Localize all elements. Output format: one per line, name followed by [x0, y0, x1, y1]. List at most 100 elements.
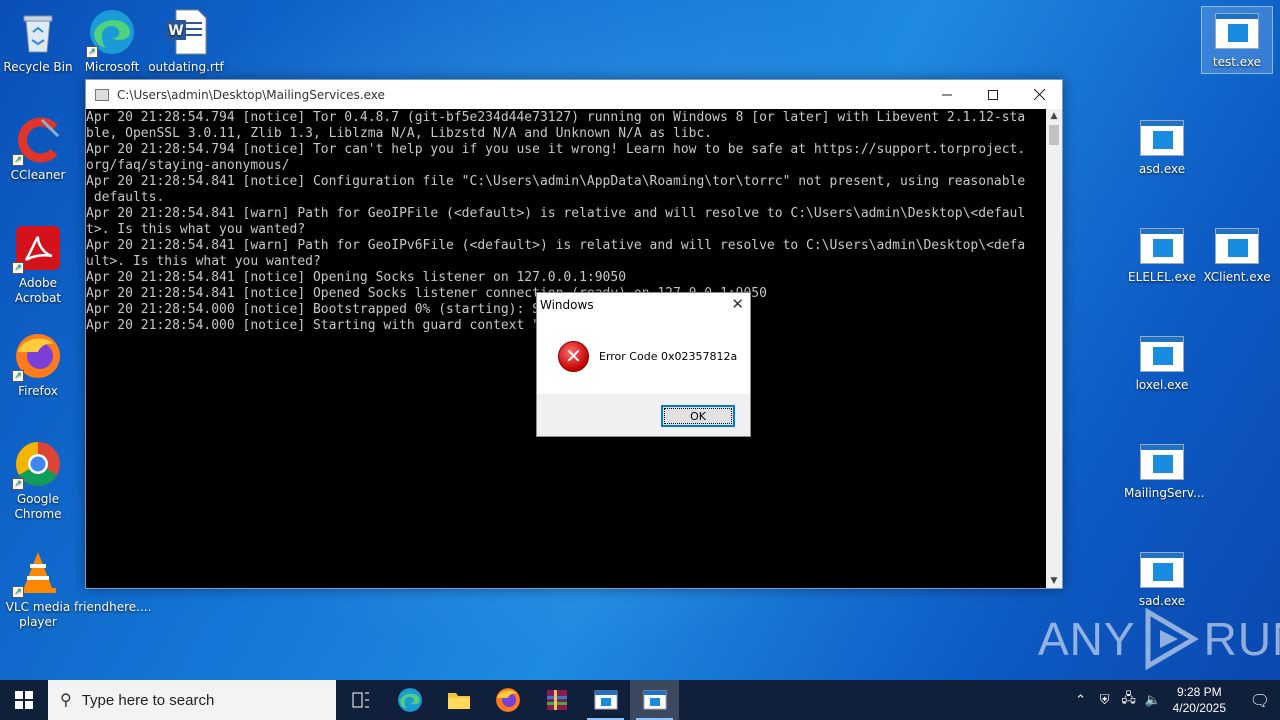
console-line: Apr 20 21:28:54.841 [warn] Path for GeoI… — [86, 206, 1026, 221]
exe-icon — [1140, 120, 1184, 156]
taskbar-firefox[interactable] — [483, 680, 532, 720]
volume-icon[interactable]: 🔈 — [1141, 693, 1165, 708]
ccleaner-icon: ↗ — [12, 116, 62, 166]
console-line: Apr 20 21:28:54.841 [notice] Opening Soc… — [86, 270, 627, 285]
close-button[interactable] — [1016, 80, 1062, 109]
desktop-icon-firefox[interactable]: ↗ Firefox — [0, 332, 76, 399]
shortcut-arrow-icon: ↗ — [12, 154, 24, 166]
windows-logo-icon — [15, 691, 33, 709]
svg-text:W: W — [168, 23, 183, 39]
minimize-button[interactable] — [924, 80, 970, 109]
taskbar-file-explorer[interactable] — [434, 680, 483, 720]
chrome-icon: ↗ — [12, 440, 62, 490]
security-icon[interactable]: ⛨ — [1093, 693, 1117, 708]
exe-icon — [1215, 228, 1259, 264]
network-icon[interactable]: 🖧 — [1117, 689, 1141, 711]
exe-icon — [1215, 13, 1259, 49]
console-line: ult>. Is this what you wanted? — [86, 254, 321, 269]
console-scrollbar[interactable]: ▲ ▼ — [1046, 109, 1062, 588]
desktop-icon-test-exe[interactable]: test.exe — [1201, 6, 1273, 74]
word-document-icon: W — [162, 8, 210, 56]
clock[interactable]: 9:28 PM 4/20/2025 — [1173, 684, 1226, 716]
dialog-message: Error Code 0x02357812a — [599, 349, 738, 363]
maximize-icon — [988, 89, 998, 100]
exe-icon — [1140, 336, 1184, 372]
dialog-titlebar[interactable]: Windows ✕ — [537, 293, 750, 317]
console-titlebar[interactable]: C:\Users\admin\Desktop\MailingServices.e… — [86, 80, 1062, 109]
desktop-icon-label: ELELEL.exe — [1128, 270, 1196, 284]
desktop-icon-label: Google Chrome — [14, 492, 62, 521]
console-line: Apr 20 21:28:54.841 [notice] Configurati… — [86, 174, 1026, 189]
desktop-icon-vlc[interactable]: ↗ VLC media player — [0, 548, 76, 630]
task-view-button[interactable] — [336, 680, 385, 720]
desktop-icon-label: loxel.exe — [1135, 378, 1189, 392]
console-line: defaults. — [86, 190, 165, 205]
clock-time: 9:28 PM — [1176, 685, 1222, 699]
desktop-icon-chrome[interactable]: ↗ Google Chrome — [0, 440, 76, 522]
desktop-icon-label: asd.exe — [1138, 162, 1186, 176]
error-dialog[interactable]: Windows ✕ ✕ Error Code 0x02357812a OK — [536, 292, 751, 437]
console-line: Apr 20 21:28:54.794 [notice] Tor can't h… — [86, 142, 1026, 157]
console-line: org/faq/staying-anonymous/ — [86, 158, 290, 173]
taskbar-app-window[interactable] — [581, 680, 630, 720]
desktop-icon-elelel-exe[interactable]: ELELEL.exe — [1124, 222, 1200, 285]
notifications-icon[interactable]: 🗨 — [1240, 691, 1280, 710]
shortcut-arrow-icon: ↗ — [86, 46, 98, 58]
minimize-icon — [942, 94, 952, 95]
desktop-icon-label: MailingServ... — [1124, 486, 1205, 500]
console-line: t>. Is this what you wanted? — [86, 222, 306, 237]
dialog-body: ✕ Error Code 0x02357812a — [537, 317, 750, 395]
desktop-icon-acrobat[interactable]: ↗ Adobe Acrobat — [0, 224, 76, 306]
start-button[interactable] — [0, 680, 48, 720]
firefox-icon: ↗ — [12, 332, 62, 382]
desktop-icon-mailingservices-exe[interactable]: MailingServ... — [1124, 438, 1205, 501]
taskbar-winrar[interactable] — [532, 680, 581, 720]
chevron-up-icon[interactable]: ⌃ — [1069, 693, 1093, 708]
taskbar-search-box[interactable]: ⚲ Type here to search — [48, 680, 336, 720]
maximize-button[interactable] — [970, 80, 1016, 109]
scroll-up-icon[interactable]: ▲ — [1046, 109, 1062, 123]
vlc-icon: ↗ — [12, 548, 62, 598]
scroll-thumb[interactable] — [1049, 125, 1059, 145]
desktop-icon-label: test.exe — [1212, 55, 1262, 69]
desktop-icon-edge[interactable]: ↗ Microsoft Edge — [74, 8, 150, 75]
ok-button[interactable]: OK — [661, 405, 735, 427]
desktop-icon-label: XClient.exe — [1203, 270, 1271, 284]
desktop-icon-asd-exe[interactable]: asd.exe — [1124, 114, 1200, 177]
acrobat-icon: ↗ — [12, 224, 62, 274]
play-icon — [1145, 608, 1199, 670]
taskbar-edge[interactable] — [385, 680, 434, 720]
console-title: C:\Users\admin\Desktop\MailingServices.e… — [117, 87, 385, 102]
desktop-icon-label: sad.exe — [1138, 594, 1186, 608]
watermark-left: ANY — [1038, 613, 1136, 665]
edge-icon: ↗ — [86, 8, 136, 58]
console-app-icon — [95, 88, 109, 101]
winrar-icon — [546, 690, 567, 710]
desktop-icon-outdating-rtf[interactable]: W outdating.rtf — [148, 8, 224, 75]
desktop-icon-label: Adobe Acrobat — [14, 276, 62, 305]
desktop-icon-label: friendhere.... — [74, 600, 152, 614]
desktop-icon-label: VLC media player — [5, 600, 71, 629]
desktop-icon-label: CCleaner — [10, 168, 66, 182]
desktop-icon-recycle-bin[interactable]: Recycle Bin — [0, 8, 76, 75]
anyrun-watermark: ANY RUN — [1038, 608, 1280, 670]
dialog-title: Windows — [540, 298, 594, 312]
desktop-icon-xclient-exe[interactable]: XClient.exe — [1199, 222, 1275, 285]
desktop-icon-sad-exe[interactable]: sad.exe — [1124, 546, 1200, 609]
console-line: Apr 20 21:28:54.841 [warn] Path for GeoI… — [86, 238, 1026, 253]
desktop-icon-loxel-exe[interactable]: loxel.exe — [1124, 330, 1200, 393]
dialog-close-button[interactable]: ✕ — [731, 295, 744, 313]
firefox-icon — [495, 688, 520, 712]
desktop-icon-label: Firefox — [18, 384, 58, 398]
shortcut-arrow-icon: ↗ — [12, 370, 24, 382]
desktop-icon-label: outdating.rtf — [148, 60, 224, 74]
close-icon — [1033, 89, 1045, 100]
taskbar-mailingservices[interactable] — [630, 680, 679, 720]
error-icon: ✕ — [558, 340, 589, 372]
desktop-icon-ccleaner[interactable]: ↗ CCleaner — [0, 116, 76, 183]
task-view-icon — [352, 692, 369, 708]
exe-icon — [1140, 228, 1184, 264]
system-tray: ⌃ ⛨ 🖧 🔈 9:28 PM 4/20/2025 🗨 — [1069, 680, 1280, 720]
scroll-down-icon[interactable]: ▼ — [1046, 574, 1062, 588]
search-placeholder: Type here to search — [81, 691, 215, 709]
